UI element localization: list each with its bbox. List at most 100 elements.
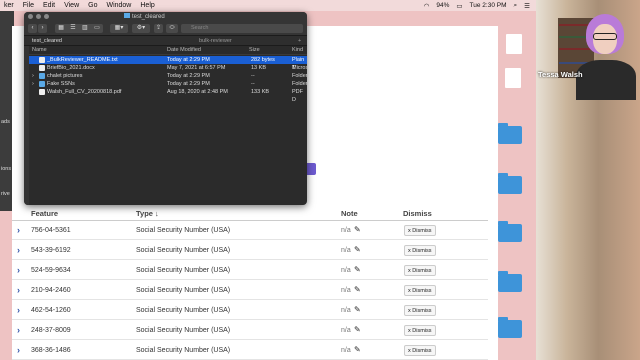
share-button[interactable]: ⇪ xyxy=(154,24,163,33)
menu-edit[interactable]: Edit xyxy=(43,2,55,9)
expand-chevron-icon[interactable]: › xyxy=(17,345,20,355)
desktop-file-icon[interactable] xyxy=(505,68,521,88)
file-row[interactable]: _BulkReviewer_README.txt Today at 2:29 PM… xyxy=(29,56,307,71)
menu-app[interactable]: ker xyxy=(4,2,14,9)
menu-go[interactable]: Go xyxy=(88,2,97,9)
file-date: May 7, 2021 at 6:57 PM xyxy=(167,65,226,71)
menu-file[interactable]: File xyxy=(23,2,34,9)
action-gear-button[interactable]: ⚙▾ xyxy=(132,24,150,33)
file-name: _BulkReviewer_README.txt xyxy=(47,57,118,63)
header-type[interactable]: Type ↓ xyxy=(136,209,159,218)
feature-cell: 524-59-9634 xyxy=(31,267,71,274)
column-size[interactable]: Size xyxy=(249,47,260,53)
battery-icon[interactable]: ▭ xyxy=(456,2,462,10)
header-feature[interactable]: Feature xyxy=(31,209,58,218)
window-controls xyxy=(28,14,49,19)
control-center-icon[interactable]: ☰ xyxy=(524,2,530,10)
search-field[interactable]: Search xyxy=(181,24,303,33)
expand-chevron-icon[interactable]: › xyxy=(17,305,20,315)
forward-button[interactable]: › xyxy=(38,24,47,33)
disclosure-triangle-icon[interactable]: › xyxy=(32,80,34,88)
list-view-icon[interactable]: ☰ xyxy=(70,24,75,33)
expand-chevron-icon[interactable]: › xyxy=(17,325,20,335)
close-button[interactable] xyxy=(28,14,33,19)
menu-help[interactable]: Help xyxy=(140,2,154,9)
header-note: Note xyxy=(341,209,358,218)
dismiss-button[interactable]: x Dismiss xyxy=(404,225,436,236)
edit-note-icon[interactable]: ✎ xyxy=(354,305,361,314)
search-field-placeholder: Search xyxy=(191,25,209,31)
file-row[interactable]: BriefBio_2021.docx May 7, 2021 at 6:57 PM… xyxy=(29,64,307,72)
file-name: Walsh_Full_CV_20200818.pdf xyxy=(47,89,122,95)
wifi-icon[interactable]: ◠ xyxy=(424,2,430,10)
back-button[interactable]: ‹ xyxy=(28,24,37,33)
search-icon[interactable]: ⌕ xyxy=(514,2,518,10)
expand-chevron-icon[interactable]: › xyxy=(17,245,20,255)
table-row: › 462-54-1260 Social Security Number (USA)… xyxy=(12,302,488,320)
new-tab-button[interactable]: + xyxy=(298,38,301,44)
minimize-button[interactable] xyxy=(36,14,41,19)
clock[interactable]: Tue 2:30 PM xyxy=(470,2,507,9)
person-shirt xyxy=(576,60,636,100)
file-row[interactable]: › chalet pictures Today at 2:29 PM -- Folder xyxy=(29,72,307,80)
desktop-folder-icon[interactable] xyxy=(498,173,522,194)
edit-note-icon[interactable]: ✎ xyxy=(354,325,361,334)
webcam-name-label: Tessa Walsh xyxy=(538,70,583,79)
table-row: › 543-39-6192 Social Security Number (USA)… xyxy=(12,242,488,260)
zoom-button[interactable] xyxy=(44,14,49,19)
dismiss-button[interactable]: x Dismiss xyxy=(404,285,436,296)
menu-window[interactable]: Window xyxy=(106,2,131,9)
file-name: BriefBio_2021.docx xyxy=(47,65,95,71)
table-row: › 524-59-9634 Social Security Number (USA)… xyxy=(12,262,488,280)
finder-titlebar: test_cleared xyxy=(24,12,307,22)
battery-percent[interactable]: 94% xyxy=(436,2,449,9)
expand-chevron-icon[interactable]: › xyxy=(17,285,20,295)
file-row[interactable]: › Fake SSNs Today at 2:29 PM -- Folder xyxy=(29,80,307,88)
file-size: -- xyxy=(251,73,255,79)
column-kind[interactable]: Kind xyxy=(292,47,303,53)
folder-icon xyxy=(39,73,45,79)
edit-note-icon[interactable]: ✎ xyxy=(354,245,361,254)
dismiss-button[interactable]: x Dismiss xyxy=(404,325,436,336)
dismiss-button[interactable]: x Dismiss xyxy=(404,305,436,316)
group-button[interactable]: ▦▾ xyxy=(110,24,128,33)
view-switcher[interactable]: ▦ ☰ ▥ ▭ xyxy=(55,24,103,33)
dismiss-button[interactable]: x Dismiss xyxy=(404,265,436,276)
file-kind: Folder xyxy=(292,81,307,87)
finder-toolbar: ‹ › ▦ ☰ ▥ ▭ ▦▾ ⚙▾ ⇪ ⬭ Search xyxy=(24,22,307,36)
desktop-folder-icon[interactable] xyxy=(498,271,522,292)
column-view-icon[interactable]: ▥ xyxy=(82,24,88,33)
column-date[interactable]: Date Modified xyxy=(167,47,201,53)
edit-note-icon[interactable]: ✎ xyxy=(354,265,361,274)
icon-view-icon[interactable]: ▦ xyxy=(58,24,64,33)
desktop-folder-icon[interactable] xyxy=(498,317,522,338)
tag-button[interactable]: ⬭ xyxy=(166,24,178,33)
feature-cell: 248-37-8009 xyxy=(31,327,71,334)
edit-note-icon[interactable]: ✎ xyxy=(354,285,361,294)
file-size: 13 KB xyxy=(251,65,266,71)
expand-chevron-icon[interactable]: › xyxy=(17,265,20,275)
menu-bar: ker File Edit View Go Window Help ◠ 94% … xyxy=(0,0,536,11)
menu-view[interactable]: View xyxy=(64,2,79,9)
feature-cell: 543-39-6192 xyxy=(31,247,71,254)
column-name[interactable]: Name xyxy=(32,47,47,53)
file-date: Aug 18, 2020 at 2:48 PM xyxy=(167,89,228,95)
desktop-file-icon[interactable] xyxy=(506,34,522,54)
tab-test-cleared[interactable]: test_cleared xyxy=(32,38,62,44)
file-row[interactable]: Walsh_Full_CV_20200818.pdf Aug 18, 2020 a… xyxy=(29,88,307,103)
desktop-folder-icon[interactable] xyxy=(498,123,522,144)
edit-note-icon[interactable]: ✎ xyxy=(354,345,361,354)
dismiss-button[interactable]: x Dismiss xyxy=(404,345,436,356)
document-icon xyxy=(39,65,45,71)
desktop-folder-icon[interactable] xyxy=(498,221,522,242)
folder-icon xyxy=(39,81,45,87)
edit-note-icon[interactable]: ✎ xyxy=(354,225,361,234)
dismiss-button[interactable]: x Dismiss xyxy=(404,245,436,256)
finder-window: test_cleared ‹ › ▦ ☰ ▥ ▭ ▦▾ ⚙▾ ⇪ ⬭ Searc… xyxy=(24,12,307,205)
tab-bulk-reviewer[interactable]: bulk-reviewer xyxy=(199,38,232,44)
disclosure-triangle-icon[interactable]: › xyxy=(32,72,34,80)
expand-chevron-icon[interactable]: › xyxy=(17,225,20,235)
gallery-view-icon[interactable]: ▭ xyxy=(94,24,100,33)
sidebar-label: rive xyxy=(1,191,10,197)
note-cell: n/a xyxy=(341,307,351,314)
